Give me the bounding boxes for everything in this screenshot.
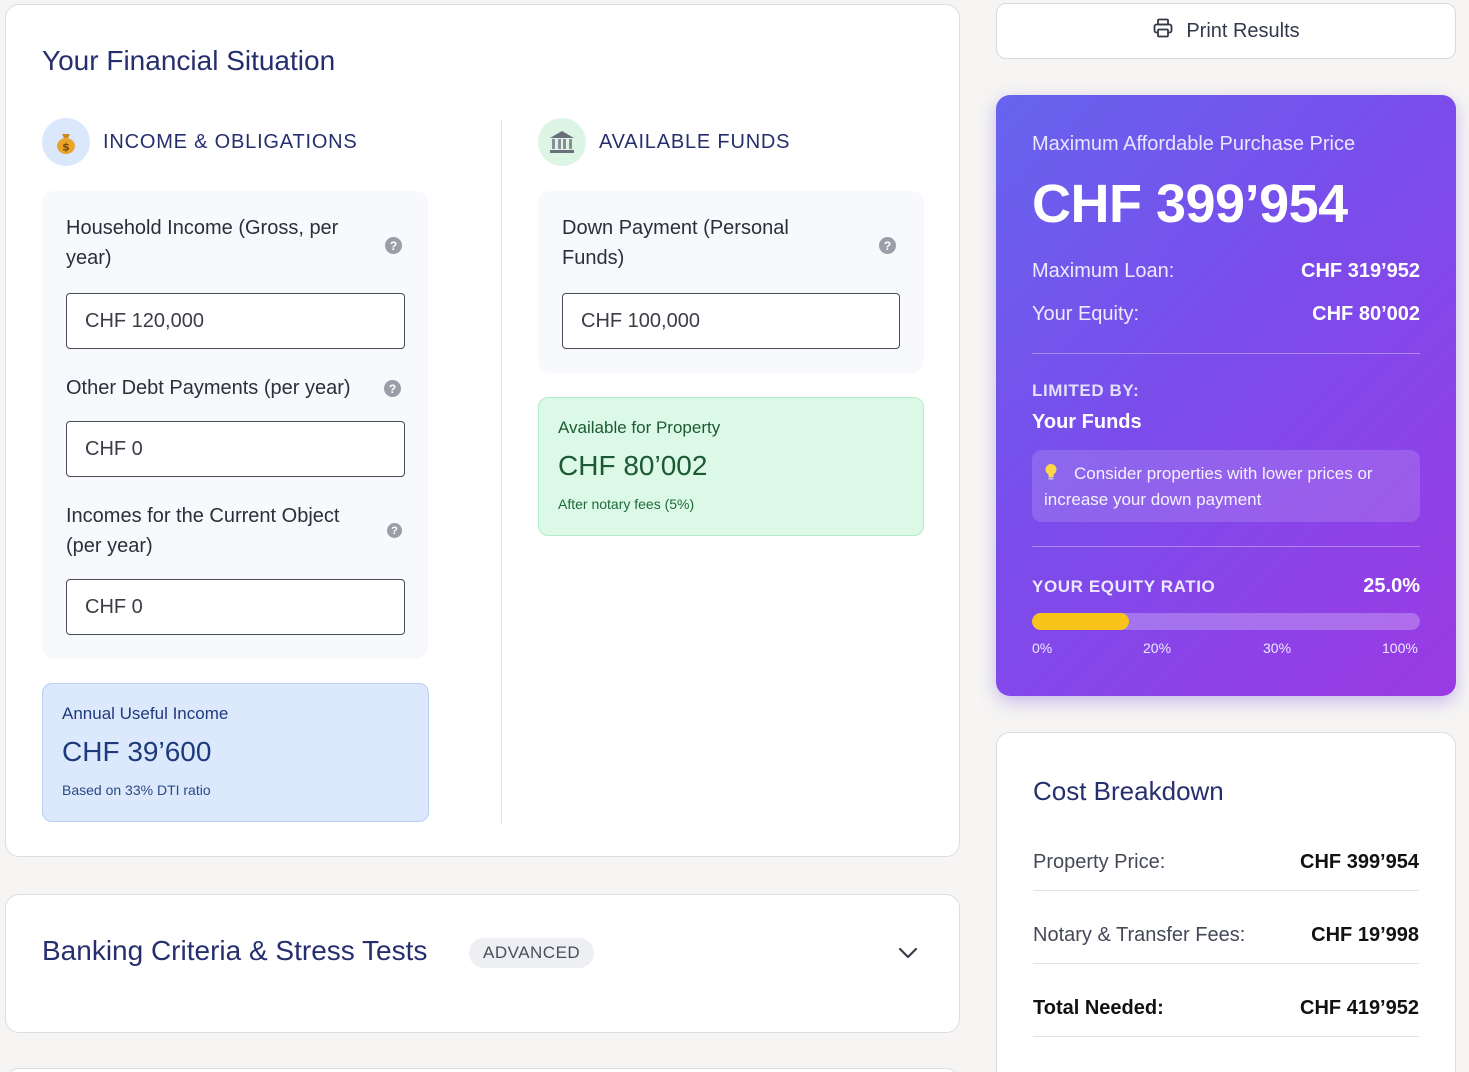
- current-object-income-help-icon[interactable]: ?: [387, 523, 402, 538]
- max-price-value: CHF 399’954: [1032, 174, 1348, 234]
- cost-breakdown-title: Cost Breakdown: [1033, 776, 1224, 806]
- bank-icon: [538, 118, 586, 166]
- household-income-input[interactable]: CHF 120,000: [66, 293, 405, 349]
- down-payment-label: Down Payment (Personal Funds): [562, 217, 789, 269]
- income-fields-panel: Household Income (Gross, per year) ? CHF…: [42, 191, 428, 659]
- banking-criteria-card[interactable]: Banking Criteria & Stress Tests ADVANCED: [5, 894, 960, 1033]
- funds-section-label: AVAILABLE FUNDS: [599, 130, 791, 153]
- banking-criteria-title: Banking Criteria & Stress Tests: [42, 935, 428, 966]
- column-divider: [501, 119, 502, 825]
- equity-ratio-value: 25.0%: [1363, 575, 1420, 597]
- print-results-button[interactable]: Print Results: [996, 3, 1456, 59]
- available-for-property-value: CHF 80’002: [558, 450, 708, 481]
- current-object-income-label: Incomes for the Current Object (per year…: [66, 505, 340, 557]
- income-section-label: INCOME & OBLIGATIONS: [103, 130, 358, 153]
- down-payment-help-icon[interactable]: ?: [879, 237, 896, 254]
- max-price-result-card: Maximum Affordable Purchase Price CHF 39…: [996, 95, 1456, 696]
- available-for-property-label: Available for Property: [558, 418, 721, 437]
- equity-tick-30: 30%: [1263, 640, 1292, 656]
- equity-tick-0: 0%: [1032, 640, 1053, 656]
- max-loan-row: Maximum Loan: CHF 319’952: [1032, 260, 1420, 283]
- printer-icon: [1152, 17, 1174, 45]
- cost-breakdown-card: Cost Breakdown Property Price: CHF 399’9…: [996, 732, 1456, 1072]
- total-needed-value: CHF 419’952: [1300, 997, 1419, 1019]
- notary-fees-row: Notary & Transfer Fees: CHF 19’998: [1033, 924, 1419, 947]
- total-needed-label: Total Needed:: [1033, 997, 1164, 1019]
- cost-divider: [1033, 963, 1419, 964]
- your-equity-row: Your Equity: CHF 80’002: [1032, 303, 1420, 326]
- down-payment-input[interactable]: CHF 100,000: [562, 293, 900, 349]
- cost-divider: [1033, 1036, 1419, 1037]
- equity-ratio-bar: [1032, 613, 1420, 630]
- funds-section-header: AVAILABLE FUNDS: [538, 118, 790, 166]
- limited-by-caption: LIMITED BY:: [1032, 381, 1140, 400]
- notary-fees-value: CHF 19’998: [1311, 924, 1419, 946]
- advanced-badge: ADVANCED: [469, 938, 595, 968]
- other-debt-help-icon[interactable]: ?: [384, 380, 401, 397]
- result-divider: [1032, 353, 1420, 354]
- equity-ratio-caption: YOUR EQUITY RATIO: [1032, 577, 1216, 596]
- household-income-label: Household Income (Gross, per year): [66, 217, 339, 269]
- available-for-property-note: After notary fees (5%): [558, 496, 695, 512]
- max-loan-label: Maximum Loan:: [1032, 260, 1175, 282]
- equity-tick-20: 20%: [1143, 640, 1172, 656]
- your-equity-value: CHF 80’002: [1312, 303, 1420, 325]
- property-price-value: CHF 399’954: [1300, 851, 1419, 873]
- funds-fields-panel: Down Payment (Personal Funds) ? CHF 100,…: [538, 191, 924, 373]
- chevron-down-icon[interactable]: [894, 939, 922, 967]
- total-needed-row: Total Needed: CHF 419’952: [1033, 997, 1419, 1020]
- money-bag-icon: $: [42, 118, 90, 166]
- other-debt-input[interactable]: CHF 0: [66, 421, 405, 477]
- tip-box: Consider properties with lower prices or…: [1032, 450, 1420, 522]
- limited-by-value: Your Funds: [1032, 411, 1142, 433]
- max-price-caption: Maximum Affordable Purchase Price: [1032, 133, 1356, 155]
- property-price-label: Property Price:: [1033, 851, 1166, 873]
- equity-ratio-bar-fill: [1032, 613, 1129, 630]
- financial-situation-card: Your Financial Situation $ INCOME & OBLI…: [5, 4, 960, 857]
- annual-useful-income-label: Annual Useful Income: [62, 704, 229, 723]
- lightbulb-icon: [1044, 463, 1058, 488]
- equity-tick-100: 100%: [1382, 640, 1418, 656]
- household-income-help-icon[interactable]: ?: [385, 237, 402, 254]
- available-for-property-summary: Available for Property CHF 80’002 After …: [538, 397, 924, 536]
- property-price-row: Property Price: CHF 399’954: [1033, 851, 1419, 874]
- print-results-label: Print Results: [1186, 19, 1300, 42]
- income-section-header: $ INCOME & OBLIGATIONS: [42, 118, 358, 166]
- max-loan-value: CHF 319’952: [1301, 260, 1420, 282]
- result-divider-2: [1032, 546, 1420, 547]
- financial-situation-title: Your Financial Situation: [42, 45, 336, 76]
- cost-divider: [1033, 890, 1419, 891]
- notary-fees-label: Notary & Transfer Fees:: [1033, 924, 1246, 946]
- current-object-income-input[interactable]: CHF 0: [66, 579, 405, 635]
- other-debt-label: Other Debt Payments (per year): [66, 377, 351, 399]
- next-section-card: [5, 1068, 960, 1072]
- annual-useful-income-summary: Annual Useful Income CHF 39’600 Based on…: [42, 683, 429, 822]
- your-equity-label: Your Equity:: [1032, 303, 1140, 325]
- annual-useful-income-note: Based on 33% DTI ratio: [62, 782, 211, 798]
- annual-useful-income-value: CHF 39’600: [62, 736, 212, 767]
- tip-text: Consider properties with lower prices or…: [1044, 464, 1373, 509]
- svg-text:$: $: [62, 141, 70, 154]
